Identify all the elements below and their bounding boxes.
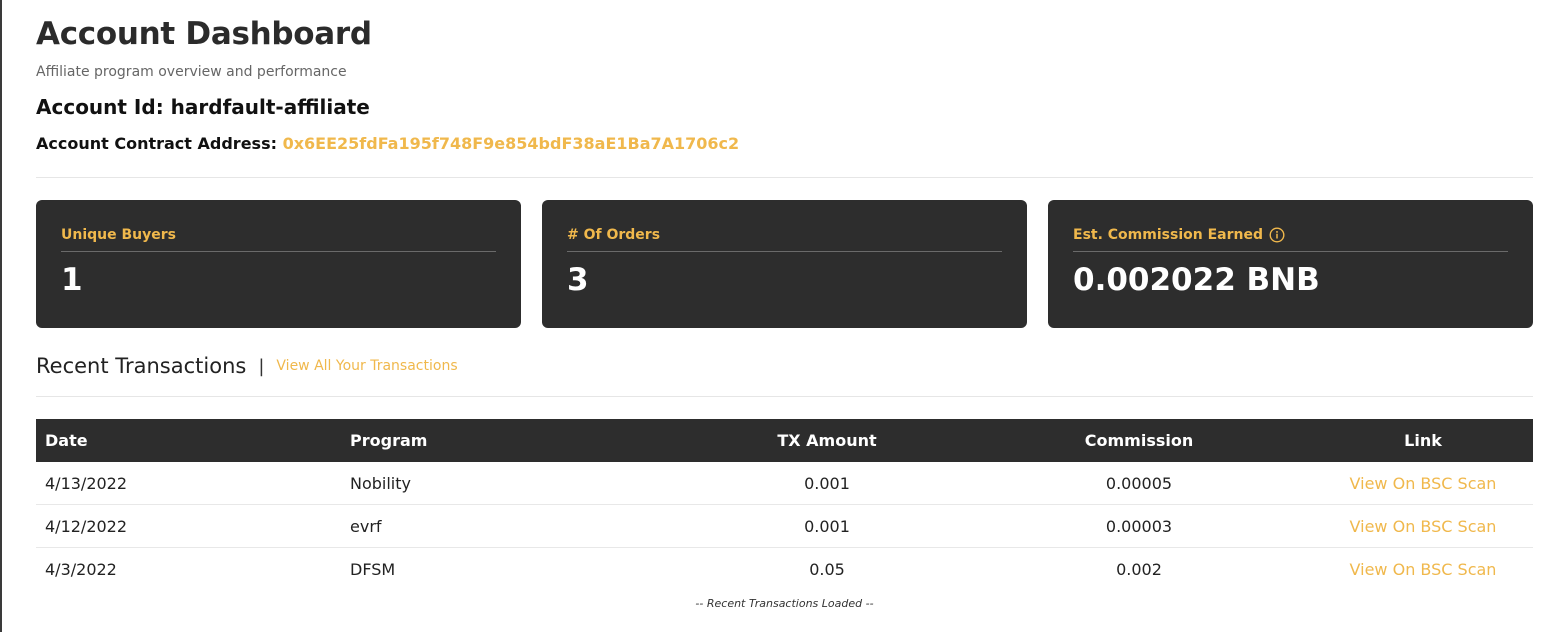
stat-card-unique-buyers: Unique Buyers 1: [36, 200, 521, 328]
account-id-label: Account Id:: [36, 95, 164, 119]
stat-divider: [567, 251, 1002, 252]
stat-label: Est. Commission Earned: [1073, 227, 1285, 243]
cell-tx-amount: 0.001: [689, 462, 965, 505]
table-header-row: Date Program TX Amount Commission Link: [36, 419, 1533, 462]
cell-tx-amount: 0.05: [809, 559, 845, 579]
bsc-scan-link[interactable]: View On BSC Scan: [1350, 517, 1497, 536]
column-header-program: Program: [350, 431, 428, 450]
cell-date: 4/12/2022: [36, 504, 341, 548]
account-id-value: hardfault-affiliate: [170, 95, 370, 119]
column-header-commission: Commission: [1084, 431, 1194, 450]
stat-label-text: Unique Buyers: [61, 227, 176, 243]
cell-link: View On BSC Scan: [1313, 504, 1533, 548]
bsc-scan-link[interactable]: View On BSC Scan: [1350, 560, 1497, 579]
divider: [36, 177, 1533, 178]
info-icon[interactable]: [1269, 227, 1285, 243]
transactions-table: Date Program TX Amount Commission Link 4…: [36, 419, 1533, 590]
contract-address-row: Account Contract Address: 0x6EE25fdFa195…: [36, 134, 739, 153]
stat-card-orders: # Of Orders 3: [542, 200, 1027, 328]
contract-address-link[interactable]: 0x6EE25fdFa195f748F9e854bdF38aE1Ba7A1706…: [283, 134, 740, 153]
stat-value: 0.002022 BNB: [1073, 262, 1320, 298]
divider: [36, 396, 1533, 397]
contract-address-label: Account Contract Address:: [36, 134, 277, 153]
stat-label-text: # Of Orders: [567, 227, 661, 243]
table-row: 4/3/2022 DFSM 0.05 0.002 View On BSC Sca…: [36, 548, 1533, 591]
section-title: Recent Transactions: [36, 354, 247, 378]
stat-value: 1: [61, 262, 83, 298]
transactions-header: Recent Transactions | View All Your Tran…: [36, 354, 458, 378]
cell-program: evrf: [341, 504, 689, 548]
bsc-scan-link[interactable]: View On BSC Scan: [1350, 474, 1497, 493]
column-header-date: Date: [45, 431, 88, 450]
cell-link: View On BSC Scan: [1313, 548, 1533, 591]
stat-label-text: Est. Commission Earned: [1073, 227, 1263, 243]
cell-commission: 0.00003: [965, 504, 1313, 548]
cell-tx-amount: 0.001: [689, 504, 965, 548]
separator: |: [258, 355, 265, 377]
left-border: [0, 0, 2, 632]
page-subtitle: Affiliate program overview and performan…: [36, 64, 347, 80]
cell-commission: 0.002: [1116, 559, 1162, 579]
view-all-transactions-link[interactable]: View All Your Transactions: [276, 358, 457, 374]
cell-program: DFSM: [350, 559, 396, 579]
page-title: Account Dashboard: [36, 16, 372, 52]
stat-label: Unique Buyers: [61, 227, 176, 243]
table-row: 4/12/2022 evrf 0.001 0.00003 View On BSC…: [36, 504, 1533, 548]
stat-divider: [1073, 251, 1508, 252]
column-header-tx-amount: TX Amount: [777, 431, 877, 450]
cell-date: 4/3/2022: [45, 559, 117, 579]
cell-program: Nobility: [341, 462, 689, 505]
cell-link: View On BSC Scan: [1313, 462, 1533, 505]
stat-divider: [61, 251, 496, 252]
stat-value: 3: [567, 262, 589, 298]
table-row: 4/13/2022 Nobility 0.001 0.00005 View On…: [36, 462, 1533, 505]
transactions-loaded-note: -- Recent Transactions Loaded --: [695, 597, 874, 610]
stat-card-commission: Est. Commission Earned 0.002022 BNB: [1048, 200, 1533, 328]
cell-commission: 0.00005: [965, 462, 1313, 505]
cell-date: 4/13/2022: [36, 462, 341, 505]
column-header-link: Link: [1404, 431, 1442, 450]
account-id: Account Id: hardfault-affiliate: [36, 95, 370, 119]
stat-label: # Of Orders: [567, 227, 660, 243]
